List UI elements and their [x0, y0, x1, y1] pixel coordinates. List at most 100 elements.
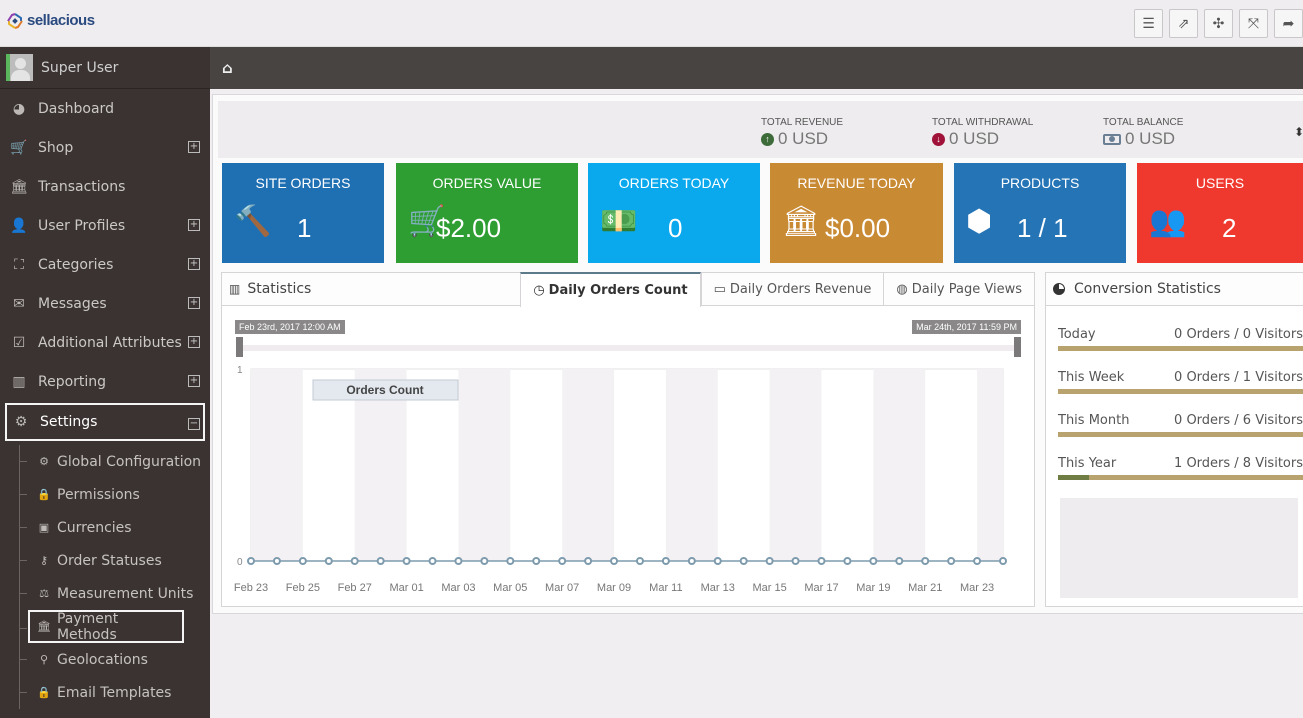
- x-tick-label: Feb 25: [286, 582, 320, 594]
- x-tick-label: Feb 23: [234, 582, 268, 594]
- sidebar-item-label: User Profiles: [38, 217, 126, 234]
- data-point: [376, 557, 385, 565]
- tile-orders-today[interactable]: ORDERS TODAY 💵 0: [588, 163, 760, 263]
- logout-button[interactable]: ➦: [1274, 9, 1303, 38]
- open-site-button[interactable]: ⇗: [1169, 9, 1198, 38]
- arrow-circle-down-icon: ↓: [932, 132, 945, 146]
- balance-scale-icon: ⚖: [39, 587, 49, 600]
- range-slider-track[interactable]: [238, 345, 1018, 351]
- y-tick-label: 0: [237, 557, 243, 568]
- conversion-period: This Month: [1058, 413, 1130, 428]
- fullscreen-button[interactable]: ⤧: [1239, 9, 1268, 38]
- conversion-row: Today 0 Orders / 0 Visitors: [1058, 327, 1303, 351]
- joomla-button[interactable]: ✣: [1204, 9, 1233, 38]
- data-point: [610, 557, 619, 565]
- data-point: [713, 557, 722, 565]
- expand-icon[interactable]: +: [188, 297, 200, 309]
- settings-submenu: ⚙ Global Configuration 🔒 Permissions ▣ Curren…: [0, 445, 210, 709]
- data-point: [532, 557, 541, 565]
- submenu-item-measurement-units[interactable]: ⚖ Measurement Units: [19, 577, 210, 610]
- plot-band: [665, 369, 718, 561]
- sidebar-item-messages[interactable]: ✉ Messages +: [0, 284, 210, 323]
- data-point: [454, 557, 463, 565]
- tile-value: 1 / 1: [1017, 213, 1068, 243]
- data-point: [661, 557, 670, 565]
- statistics-header: ▥ Statistics ◷ Daily Orders Count ▭ Daily O…: [222, 272, 1034, 307]
- menu-toggle-button[interactable]: ☰: [1134, 9, 1163, 38]
- expand-icon[interactable]: +: [188, 375, 200, 387]
- submenu-item-global-configuration[interactable]: ⚙ Global Configuration: [19, 445, 210, 478]
- money-icon: ▣: [38, 521, 50, 534]
- submenu-item-permissions[interactable]: 🔒 Permissions: [19, 478, 210, 511]
- sidebar-item-user-profiles[interactable]: 👤 User Profiles +: [0, 206, 210, 245]
- tab-label: Daily Page Views: [911, 281, 1022, 297]
- tab-daily-page-views[interactable]: ◍ Daily Page Views: [883, 272, 1034, 306]
- tile-products[interactable]: PRODUCTS ⬢ 1 / 1: [954, 163, 1126, 263]
- avatar: [6, 54, 33, 81]
- user-icon: 👤: [10, 217, 28, 234]
- home-icon[interactable]: ⌂: [222, 59, 233, 77]
- expand-icon[interactable]: +: [188, 336, 200, 348]
- submenu-item-geolocations[interactable]: ⚲ Geolocations: [19, 643, 210, 676]
- sitemap-icon: ⛶: [14, 256, 24, 273]
- collapse-icon[interactable]: −: [188, 418, 200, 430]
- tile-value: $2.00: [436, 213, 502, 243]
- sidebar-item-label: Transactions: [38, 178, 126, 195]
- users-icon: 👥: [1149, 204, 1187, 239]
- sidebar-item-settings[interactable]: ⚙ Settings −: [5, 403, 205, 441]
- expand-icon[interactable]: +: [188, 258, 200, 270]
- cart-icon: 🛒: [10, 139, 28, 156]
- arrow-circle-up-icon: ↑: [761, 132, 774, 146]
- data-point: [350, 557, 359, 565]
- submenu-item-label: Geolocations: [57, 651, 148, 668]
- sidebar-item-additional-attributes[interactable]: ☑ Additional Attributes +: [0, 323, 210, 362]
- tab-label: Daily Orders Revenue: [729, 281, 872, 297]
- money-icon: [1103, 133, 1121, 145]
- data-point: [947, 557, 956, 565]
- plot-band: [769, 369, 822, 561]
- tile-title: REVENUE TODAY: [797, 175, 916, 191]
- sidebar-item-dashboard[interactable]: ◕ Dashboard: [0, 89, 210, 128]
- submenu-item-currencies[interactable]: ▣ Currencies: [19, 511, 210, 544]
- sidebar-item-categories[interactable]: ⛶ Categories +: [0, 245, 210, 284]
- tab-daily-orders-revenue[interactable]: ▭ Daily Orders Revenue: [700, 272, 884, 306]
- data-point: [584, 557, 593, 565]
- tile-site-orders[interactable]: SITE ORDERS 🔨 1: [222, 163, 384, 263]
- cubes-icon: ⬢: [966, 204, 993, 239]
- external-link-icon: ⇗: [1177, 15, 1190, 32]
- pie-chart-icon: [1053, 283, 1065, 295]
- tile-revenue-today[interactable]: REVENUE TODAY 🏛 $0.00: [770, 163, 943, 263]
- bars-icon: ☰: [1142, 15, 1155, 32]
- sidebar-item-transactions[interactable]: 🏛 Transactions: [0, 167, 210, 206]
- tile-users[interactable]: USERS 👥 2: [1137, 163, 1303, 263]
- tab-label: Daily Orders Count: [548, 283, 688, 298]
- expand-icon[interactable]: +: [188, 219, 200, 231]
- money-icon: 💵: [600, 204, 638, 239]
- user-profile[interactable]: Super User: [0, 47, 210, 89]
- range-slider-start-handle[interactable]: [236, 337, 243, 357]
- total-balance: TOTAL BALANCE 0 USD: [1103, 117, 1183, 149]
- expand-icon: ⤧: [1247, 15, 1260, 32]
- tile-value: 0: [668, 213, 683, 243]
- range-slider-end-handle[interactable]: [1014, 337, 1021, 357]
- logo[interactable]: sellacious: [7, 12, 95, 29]
- submenu-item-email-templates[interactable]: 🔒 Email Templates: [19, 676, 210, 709]
- cogs-icon: ⚙: [39, 455, 49, 468]
- expand-icon[interactable]: +: [188, 141, 200, 153]
- dashboard-icon: ◕: [12, 100, 26, 117]
- tile-orders-value[interactable]: ORDERS VALUE 🛒 $2.00: [396, 163, 578, 263]
- gear-icon: ⚙: [14, 414, 28, 430]
- submenu-item-payment-methods[interactable]: 🏛 Payment Methods: [19, 610, 184, 643]
- x-tick-label: Mar 17: [804, 582, 838, 594]
- sidebar-item-reporting[interactable]: ▥ Reporting +: [0, 362, 210, 401]
- top-bar: sellacious ☰ ⇗ ✣ ⤧ ➦: [0, 0, 1303, 47]
- statistics-panel: ▥ Statistics ◷ Daily Orders Count ▭ Daily O…: [221, 272, 1035, 607]
- tab-daily-orders-count[interactable]: ◷ Daily Orders Count: [520, 272, 701, 307]
- sidebar-item-shop[interactable]: 🛒 Shop +: [0, 128, 210, 167]
- conversion-period: This Week: [1058, 370, 1125, 385]
- statistics-tabs: ◷ Daily Orders Count ▭ Daily Orders Revenue…: [520, 272, 1034, 307]
- submenu-item-label: Measurement Units: [57, 585, 194, 602]
- submenu-item-order-statuses[interactable]: ⚷ Order Statuses: [19, 544, 210, 577]
- sort-icon[interactable]: ⬍: [1294, 125, 1303, 139]
- conversion-row: This Month 0 Orders / 6 Visitors: [1058, 413, 1303, 437]
